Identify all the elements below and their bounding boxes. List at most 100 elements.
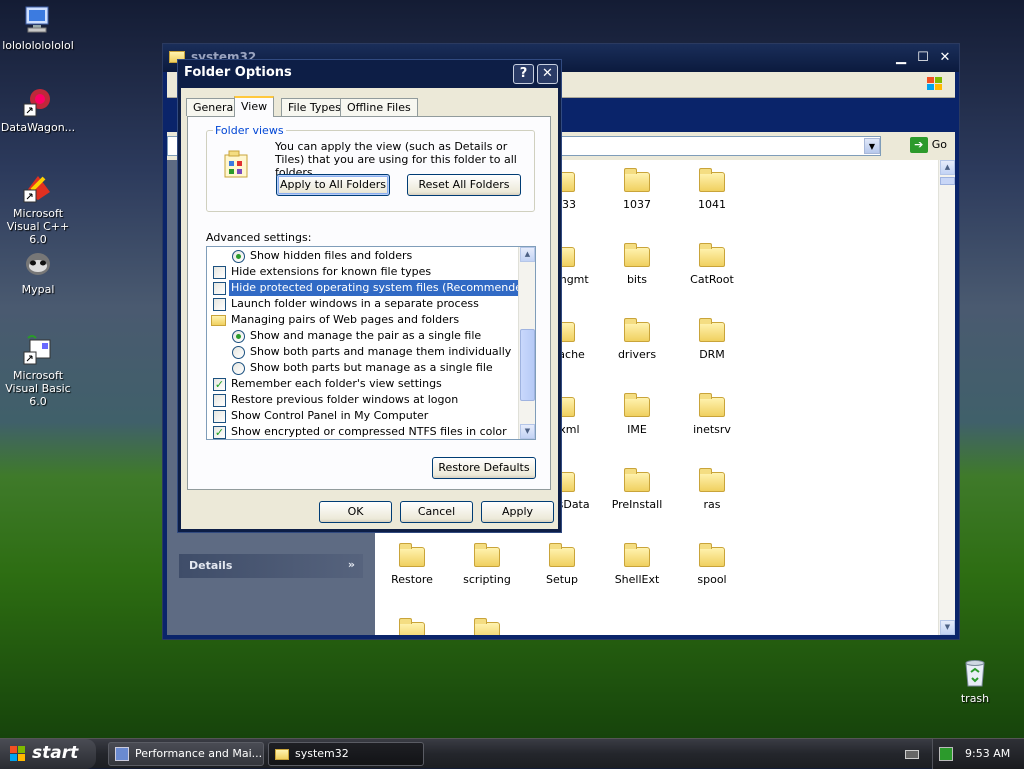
- folder-icon: [624, 243, 650, 267]
- details-panel-header[interactable]: Details »: [179, 554, 363, 578]
- scroll-down-arrow-icon[interactable]: ▼: [520, 424, 535, 439]
- radio-unselected[interactable]: [232, 362, 245, 375]
- checkbox-unchecked[interactable]: [213, 394, 226, 407]
- dialog-close-button[interactable]: ✕: [537, 64, 558, 84]
- file-name: CatRoot: [690, 273, 734, 286]
- dialog-titlebar[interactable]: Folder Options ? ✕: [178, 60, 561, 88]
- folder-views-group: Folder views You can apply the view (suc…: [206, 124, 535, 212]
- scroll-up-arrow-icon[interactable]: ▲: [940, 160, 955, 175]
- file-item[interactable]: ras: [675, 468, 749, 511]
- file-item[interactable]: URTTemp: [375, 618, 449, 635]
- desktop-icon-label: trash: [960, 692, 990, 705]
- file-item[interactable]: scripting: [450, 543, 524, 586]
- checkbox-unchecked[interactable]: [213, 410, 226, 423]
- desktop-icon-label: Microsoft Visual Basic 6.0: [5, 369, 71, 408]
- chevron-down-icon[interactable]: ▼: [864, 138, 880, 154]
- advanced-setting-row[interactable]: Show hidden files and folders: [207, 248, 517, 264]
- advanced-setting-row[interactable]: Hide protected operating system files (R…: [207, 279, 535, 297]
- file-item[interactable]: 1041: [675, 168, 749, 211]
- tab-view[interactable]: View: [234, 96, 275, 117]
- tab-offline-files[interactable]: Offline Files: [340, 98, 418, 116]
- file-name: scripting: [463, 573, 511, 586]
- go-button[interactable]: ➔ Go: [909, 137, 947, 153]
- scroll-up-arrow-icon[interactable]: ▲: [520, 247, 535, 262]
- file-item[interactable]: DRM: [675, 318, 749, 361]
- file-name: PreInstall: [611, 498, 663, 511]
- desktop-icon-datawagon[interactable]: DataWagon...: [0, 86, 78, 134]
- file-name: Setup: [545, 573, 579, 586]
- scroll-thumb[interactable]: [520, 329, 535, 401]
- desktop-icon-label: Microsoft Visual C++ 6.0: [6, 207, 70, 246]
- file-item[interactable]: PreInstall: [600, 468, 674, 511]
- advanced-setting-row[interactable]: Restore previous folder windows at logon: [207, 392, 517, 408]
- dialog-body: General View File Types Offline Files Fo…: [181, 88, 558, 529]
- start-button[interactable]: start: [0, 739, 96, 769]
- ok-button[interactable]: OK: [319, 501, 392, 523]
- desktop-icon-mypal[interactable]: Mypal: [0, 248, 78, 296]
- file-item[interactable]: drivers: [600, 318, 674, 361]
- vertical-scrollbar[interactable]: ▲ ▼: [938, 160, 955, 635]
- control-panel-icon: [115, 747, 129, 761]
- mypal-icon: [22, 248, 54, 280]
- advanced-setting-label: Show encrypted or compressed NTFS files …: [231, 425, 507, 438]
- file-item[interactable]: Restore: [375, 543, 449, 586]
- folder-icon: [624, 168, 650, 192]
- file-item[interactable]: 1037: [600, 168, 674, 211]
- desktop-icon-visual-basic[interactable]: Microsoft Visual Basic 6.0: [0, 334, 78, 408]
- file-item[interactable]: inetsrv: [675, 393, 749, 436]
- advanced-setting-label: Restore previous folder windows at logon: [231, 393, 459, 406]
- keyboard-icon[interactable]: [905, 750, 919, 759]
- checkbox-checked[interactable]: ✓: [213, 378, 226, 391]
- file-name: DRM: [699, 348, 725, 361]
- file-item[interactable]: CatRoot: [675, 243, 749, 286]
- scroll-thumb[interactable]: [940, 177, 955, 185]
- advanced-setting-row[interactable]: Show both parts and manage them individu…: [207, 344, 517, 360]
- advanced-setting-row[interactable]: ✓ Remember each folder's view settings: [207, 376, 517, 392]
- start-label: start: [32, 743, 79, 763]
- network-icon[interactable]: [939, 747, 953, 761]
- advanced-setting-row[interactable]: Show and manage the pair as a single fil…: [207, 328, 517, 344]
- taskbar-button-system32[interactable]: system32: [268, 742, 424, 766]
- radio-selected[interactable]: [232, 330, 245, 343]
- cancel-button[interactable]: Cancel: [400, 501, 473, 523]
- tab-file-types[interactable]: File Types: [281, 98, 348, 116]
- checkbox-unchecked[interactable]: [213, 298, 226, 311]
- advanced-setting-row[interactable]: ✓ Show encrypted or compressed NTFS files…: [207, 424, 517, 439]
- folder-icon: [399, 618, 425, 635]
- advanced-setting-row[interactable]: Show both parts but manage as a single f…: [207, 360, 517, 376]
- taskbar-button-performance[interactable]: Performance and Mai...: [108, 742, 264, 766]
- desktop-icon-visual-cpp[interactable]: Microsoft Visual C++ 6.0: [0, 172, 78, 246]
- checkbox-checked[interactable]: ✓: [213, 426, 226, 439]
- checkbox-unchecked[interactable]: [213, 282, 226, 295]
- file-item[interactable]: ShellExt: [600, 543, 674, 586]
- advanced-setting-row[interactable]: Managing pairs of Web pages and folders: [207, 312, 517, 328]
- file-name: 1037: [623, 198, 651, 211]
- minimize-icon[interactable]: ▁: [891, 49, 911, 68]
- apply-to-all-folders-button[interactable]: Apply to All Folders: [276, 174, 390, 196]
- maximize-icon[interactable]: ☐: [913, 49, 933, 68]
- desktop-icon-trash[interactable]: trash: [935, 657, 1015, 705]
- scroll-down-arrow-icon[interactable]: ▼: [940, 620, 955, 635]
- file-item[interactable]: IME: [600, 393, 674, 436]
- file-item[interactable]: spool: [675, 543, 749, 586]
- radio-unselected[interactable]: [232, 346, 245, 359]
- desktop-icon-label: DataWagon...: [0, 121, 76, 134]
- folder-icon: [474, 543, 500, 567]
- help-button[interactable]: ?: [513, 64, 534, 84]
- advanced-settings-scrollbar[interactable]: ▲ ▼: [518, 247, 535, 439]
- advanced-setting-row[interactable]: Show Control Panel in My Computer: [207, 408, 517, 424]
- advanced-setting-row[interactable]: Launch folder windows in a separate proc…: [207, 296, 517, 312]
- folder-icon: [474, 618, 500, 635]
- checkbox-unchecked[interactable]: [213, 266, 226, 279]
- file-item[interactable]: usmt: [450, 618, 524, 635]
- restore-defaults-button[interactable]: Restore Defaults: [432, 457, 536, 479]
- reset-all-folders-button[interactable]: Reset All Folders: [407, 174, 521, 196]
- clock[interactable]: 9:53 AM: [965, 747, 1010, 760]
- file-item[interactable]: bits: [600, 243, 674, 286]
- apply-button[interactable]: Apply: [481, 501, 554, 523]
- close-icon[interactable]: ✕: [935, 49, 955, 68]
- desktop-icon-my-computer[interactable]: lololololololol: [0, 4, 78, 52]
- advanced-setting-row[interactable]: Hide extensions for known file types: [207, 264, 517, 280]
- radio-selected[interactable]: [232, 250, 245, 263]
- file-item[interactable]: Setup: [525, 543, 599, 586]
